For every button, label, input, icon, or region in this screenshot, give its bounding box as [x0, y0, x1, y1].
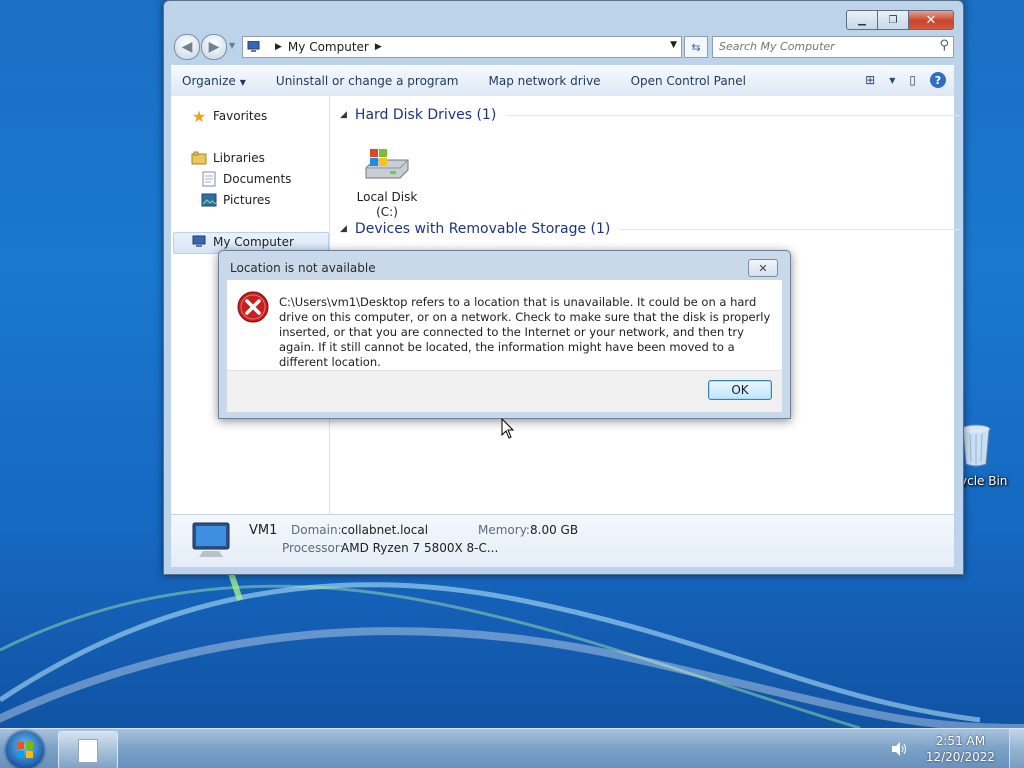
nav-documents[interactable]: Documents: [201, 171, 291, 187]
address-row: ◀ ▶ ▼ ▶ My Computer ▶ ▼ ⇆ ⚲: [172, 34, 954, 60]
location-error-dialog: Location is not available ✕ C:\Users\vm1…: [218, 250, 791, 419]
pictures-icon: [201, 192, 217, 208]
local-disk-c[interactable]: Local Disk (C:): [352, 148, 422, 220]
taskbar-explorer-button[interactable]: [58, 731, 118, 768]
group-divider: [506, 114, 961, 116]
group-hard-disk-drives[interactable]: ◢ Hard Disk Drives (1): [340, 107, 961, 123]
documents-icon: [201, 171, 217, 187]
breadcrumb-separator-icon: ▶: [275, 42, 282, 52]
nav-libraries[interactable]: Libraries: [191, 150, 265, 166]
refresh-icon: ⇆: [691, 40, 701, 54]
forward-button[interactable]: ▶: [201, 34, 227, 60]
domain-value: collabnet.local: [341, 523, 429, 537]
error-icon: [237, 291, 269, 323]
processor-label: Processor:: [282, 541, 344, 555]
maximize-icon: ❐: [888, 14, 898, 26]
nav-favorites-label: Favorites: [213, 109, 268, 123]
start-button[interactable]: [6, 731, 44, 768]
view-controls: ⊞ ▼ ▯ ?: [865, 72, 946, 88]
dialog-body: C:\Users\vm1\Desktop refers to a locatio…: [227, 280, 782, 370]
nav-my-computer-label: My Computer: [213, 235, 294, 249]
search-input[interactable]: [713, 37, 929, 55]
back-icon: ◀: [181, 39, 193, 55]
refresh-button[interactable]: ⇆: [684, 36, 708, 58]
close-button[interactable]: ✕: [909, 10, 954, 30]
domain-label: Domain:: [291, 523, 342, 537]
processor-value: AMD Ryzen 7 5800X 8-C...: [341, 541, 499, 555]
preview-pane-icon[interactable]: ▯: [909, 73, 916, 87]
organize-menu[interactable]: Organize ▼: [171, 74, 257, 88]
memory-label: Memory:: [478, 523, 530, 537]
computer-icon: [247, 41, 260, 52]
dialog-message: C:\Users\vm1\Desktop refers to a locatio…: [279, 295, 771, 369]
nav-documents-label: Documents: [223, 172, 292, 186]
group-hard-disk-drives-label: Hard Disk Drives (1): [354, 107, 497, 123]
clock-date: 12/20/2022: [925, 750, 995, 764]
address-dropdown-icon[interactable]: ▼: [670, 40, 677, 50]
views-dropdown-icon[interactable]: ▼: [889, 76, 895, 85]
clock-time: 2:51 AM: [935, 734, 986, 748]
speaker-icon[interactable]: [890, 740, 908, 758]
search-box[interactable]: ⚲: [712, 36, 954, 58]
recycle-bin-label: ycle Bin: [960, 474, 1008, 488]
nav-my-computer[interactable]: My Computer: [191, 234, 294, 250]
open-control-panel-button[interactable]: Open Control Panel: [620, 74, 757, 88]
mouse-cursor-icon: [501, 418, 515, 439]
computer-name: VM1: [249, 523, 278, 538]
taskbar: 2:51 AM 12/20/2022: [0, 728, 1024, 768]
dialog-title: Location is not available: [230, 261, 376, 275]
nav-pictures[interactable]: Pictures: [201, 192, 271, 208]
close-icon: ✕: [925, 12, 937, 28]
breadcrumb-root[interactable]: My Computer: [288, 40, 369, 54]
nav-favorites[interactable]: ★ Favorites: [191, 106, 268, 126]
computer-icon: [191, 234, 207, 250]
collapse-icon: ◢: [340, 224, 347, 234]
computer-icon: [192, 522, 230, 557]
address-bar[interactable]: ▶ My Computer ▶ ▼: [242, 36, 682, 58]
help-icon[interactable]: ?: [930, 72, 946, 88]
group-removable-storage-label: Devices with Removable Storage (1): [354, 221, 611, 237]
organize-label: Organize: [182, 74, 236, 88]
star-icon: ★: [191, 106, 207, 126]
local-disk-name: Local Disk: [356, 190, 418, 204]
minimize-button[interactable]: ▁: [846, 10, 878, 30]
collapse-icon: ◢: [340, 110, 347, 120]
caption-buttons: ▁ ❐ ✕: [846, 10, 954, 30]
search-icon[interactable]: ⚲: [939, 38, 949, 53]
document-icon: [78, 739, 98, 763]
system-tray: 2:51 AM 12/20/2022: [890, 729, 1024, 768]
breadcrumb-chevron-icon[interactable]: ▶: [375, 42, 382, 52]
forward-icon: ▶: [208, 39, 220, 55]
nav-pictures-label: Pictures: [223, 193, 271, 207]
uninstall-program-button[interactable]: Uninstall or change a program: [265, 74, 470, 88]
recent-pages-icon[interactable]: ▼: [229, 41, 235, 50]
ok-button[interactable]: OK: [708, 380, 772, 400]
close-icon: ✕: [758, 261, 768, 275]
details-pane: VM1 Domain: collabnet.local Memory: 8.00…: [171, 514, 954, 567]
map-network-drive-button[interactable]: Map network drive: [478, 74, 612, 88]
dialog-footer: OK: [227, 370, 782, 412]
maximize-button[interactable]: ❐: [878, 10, 909, 30]
group-divider: [620, 228, 961, 230]
minimize-icon: ▁: [858, 14, 866, 26]
recycle-bin-icon: [961, 424, 991, 467]
chevron-down-icon: ▼: [239, 78, 246, 87]
back-button[interactable]: ◀: [174, 34, 200, 60]
dialog-close-button[interactable]: ✕: [748, 259, 778, 277]
command-bar: Organize ▼ Uninstall or change a program …: [171, 65, 954, 97]
library-icon: [191, 150, 207, 166]
nav-libraries-label: Libraries: [213, 151, 265, 165]
start-orb-icon: [17, 742, 33, 758]
local-disk-letter: (C:): [376, 205, 398, 219]
views-icon[interactable]: ⊞: [865, 73, 875, 87]
clock[interactable]: 2:51 AM 12/20/2022: [926, 733, 995, 765]
group-removable-storage[interactable]: ◢ Devices with Removable Storage (1): [340, 221, 961, 237]
show-desktop-button[interactable]: [1009, 729, 1024, 768]
hard-disk-icon: [365, 149, 409, 179]
memory-value: 8.00 GB: [530, 523, 579, 537]
